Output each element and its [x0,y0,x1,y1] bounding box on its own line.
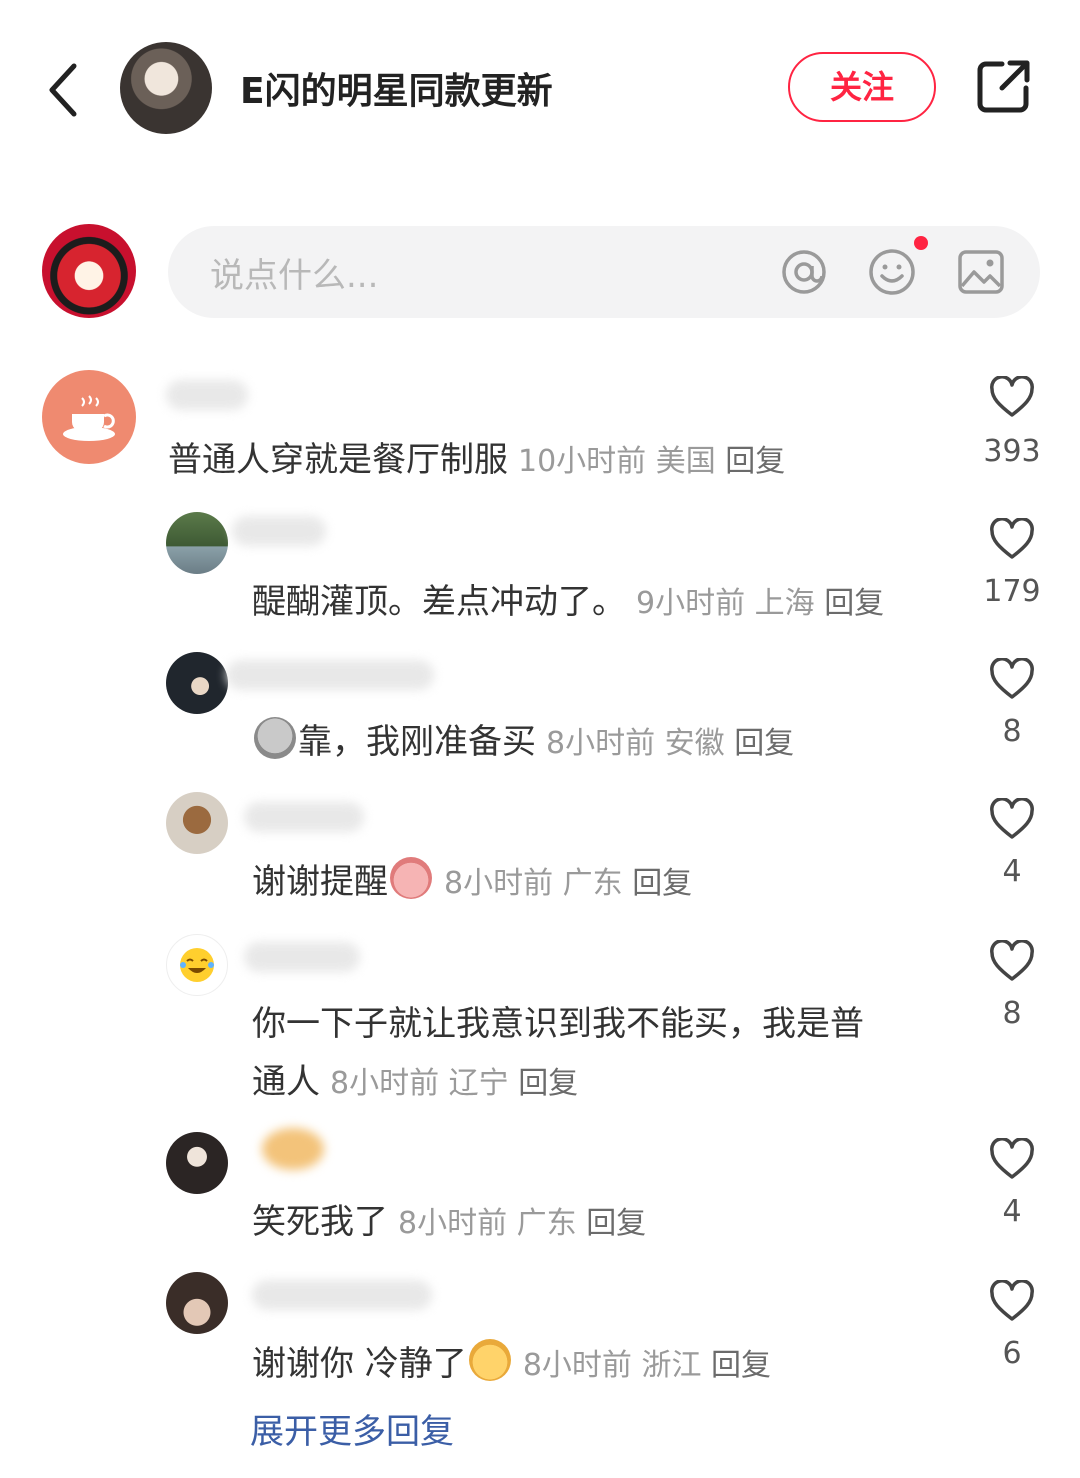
reply-text: 醍醐灌顶。差点冲动了。 [252,582,626,622]
reply-time: 8小时前 [546,726,656,761]
commenter-avatar[interactable] [42,370,136,464]
notification-dot [914,236,928,250]
like-heart-icon[interactable] [989,940,1035,982]
comment-row: 普通人穿就是餐厅制服 10小时前 美国 回复 [168,432,785,481]
reply-time: 8小时前 [444,866,554,901]
author-name[interactable]: E闪的明星同款更新 [240,62,553,114]
reply-name-blurred [226,660,434,690]
grey-face-emoji-icon [254,717,296,759]
reply-row: 谢谢你 冷静了 8小时前 浙江 回复 [252,1336,771,1385]
reply-avatar[interactable] [166,1272,228,1334]
reply-location: 安徽 [664,726,725,761]
image-icon[interactable] [958,250,1004,294]
teacup-icon [63,395,115,441]
reply-location: 辽宁 [448,1066,509,1101]
like-count: 4 [1002,854,1022,889]
comment-location: 美国 [655,444,716,479]
commenter-name-blurred [166,380,248,410]
comment-count-partial [40,150,280,170]
reply-row: 醍醐灌顶。差点冲动了。 9小时前 上海 回复 [252,574,884,623]
like-heart-icon[interactable] [989,376,1035,418]
reply-time: 8小时前 [522,1348,632,1383]
back-arrow-icon[interactable] [40,60,90,120]
reply-name-blurred [244,942,360,972]
comment-text: 普通人穿就是餐厅制服 [168,440,508,480]
like-heart-icon[interactable] [989,798,1035,840]
share-icon[interactable] [976,58,1032,114]
reply-text: 谢谢你 冷静了 [252,1344,467,1384]
reply-time: 8小时前 [330,1066,440,1101]
reply-avatar[interactable] [166,652,228,714]
reply-button[interactable]: 回复 [518,1066,578,1101]
like-heart-icon[interactable] [989,658,1035,700]
reply-button[interactable]: 回复 [824,586,884,621]
reply-location: 上海 [754,586,815,621]
reply-row: 谢谢提醒 8小时前 广东 回复 [252,854,692,903]
like-count: 179 [983,574,1041,609]
comment-time: 10小时前 [518,444,647,479]
reply-text-line2: 通人 [252,1062,320,1102]
author-avatar[interactable] [120,42,212,134]
reply-button[interactable]: 回复 [725,444,785,479]
reply-name-blurred [262,1128,324,1170]
like-heart-icon[interactable] [989,1138,1035,1180]
like-count: 8 [1002,714,1022,749]
like-count: 6 [1002,1336,1022,1371]
reply-avatar[interactable] [166,512,228,574]
follow-button[interactable]: 关注 [788,52,936,122]
reply-row: 笑死我了 8小时前 广东 回复 [252,1194,646,1243]
like-heart-icon[interactable] [989,518,1035,560]
reply-avatar[interactable] [166,1132,228,1194]
reply-text: 谢谢提醒 [252,862,388,902]
my-avatar [42,224,136,318]
reply-button[interactable]: 回复 [711,1348,771,1383]
reply-row: 靠，我刚准备买 8小时前 安徽 回复 [252,714,794,763]
reply-button[interactable]: 回复 [632,866,692,901]
reply-name-blurred [244,802,364,832]
like-count: 4 [1002,1194,1022,1229]
reply-time: 9小时前 [636,586,746,621]
reply-text: 笑死我了 [252,1202,388,1242]
blush-emoji-icon [390,857,432,899]
reply-avatar[interactable] [166,792,228,854]
reply-location: 广东 [516,1206,577,1241]
like-count: 393 [983,434,1041,469]
reply-text: 靠，我刚准备买 [298,722,536,762]
reply-row: 通人 8小时前 辽宁 回复 [252,1054,578,1103]
reply-avatar[interactable] [166,934,228,996]
reply-text-line1: 你一下子就让我意识到我不能买，我是普 [252,1004,864,1044]
mention-icon[interactable] [780,248,828,296]
reply-name-blurred [232,516,326,546]
reply-location: 浙江 [641,1348,702,1383]
comment-input-placeholder[interactable]: 说点什么... [210,248,378,297]
like-count: 8 [1002,996,1022,1031]
laughing-face-icon [180,948,214,982]
reply-location: 广东 [562,866,623,901]
like-heart-icon[interactable] [989,1280,1035,1322]
reply-button[interactable]: 回复 [734,726,794,761]
dog-emoji-icon [468,1339,511,1381]
reply-button[interactable]: 回复 [586,1206,646,1241]
reply-name-blurred [252,1280,432,1310]
emoji-icon[interactable] [868,248,916,296]
expand-more-replies-link[interactable]: 展开更多回复 [250,1404,454,1453]
reply-time: 8小时前 [398,1206,508,1241]
